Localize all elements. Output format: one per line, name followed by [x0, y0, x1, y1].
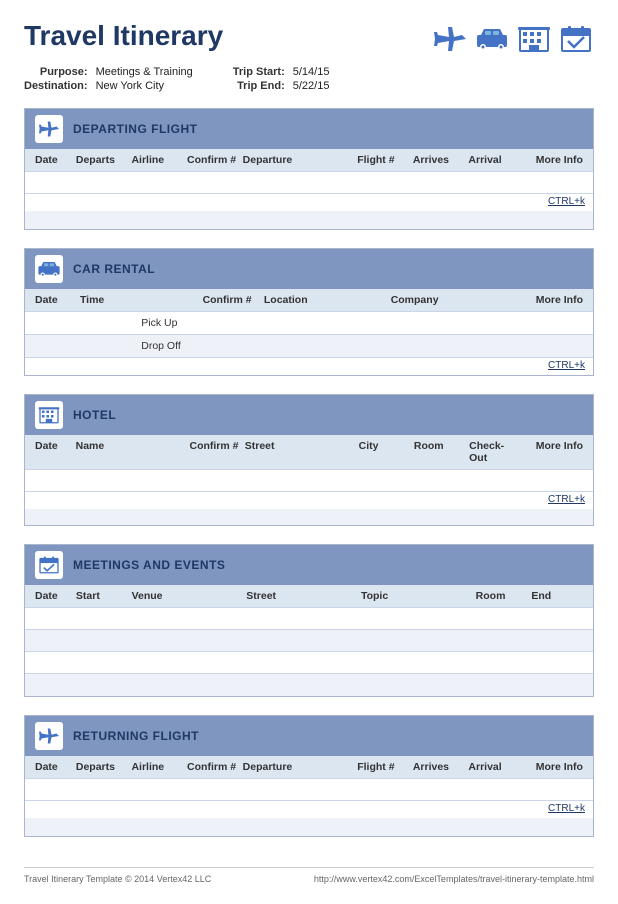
- meetings-columns: Date Start Venue Street Topic Room End: [25, 585, 593, 608]
- returning-flight-body: Date Departs Airline Confirm # Departure…: [25, 756, 593, 836]
- meetings-icon: [35, 551, 63, 579]
- hotel-icon: [516, 24, 552, 54]
- meetings-section: MEETINGS AND EVENTS Date Start Venue Str…: [24, 544, 594, 697]
- meetings-row3: [25, 652, 593, 674]
- footer-left: Travel Itinerary Template © 2014 Vertex4…: [24, 874, 211, 884]
- car-rental-header: CAR RENTAL: [25, 249, 593, 289]
- car-rental-pickup-row: Pick Up: [25, 312, 593, 335]
- car-rental-icon: [35, 255, 63, 283]
- car-rental-link-row: CTRL+k: [25, 358, 593, 375]
- meetings-header: MEETINGS AND EVENTS: [25, 545, 593, 585]
- car-rental-body: Date Time Confirm # Location Company Mor…: [25, 289, 593, 375]
- returning-flight-header: RETURNING FLIGHT: [25, 716, 593, 756]
- departing-flight-section: DEPARTING FLIGHT Date Departs Airline Co…: [24, 108, 594, 230]
- departing-flight-body: Date Departs Airline Confirm # Departure…: [25, 149, 593, 229]
- meetings-row2: [25, 630, 593, 652]
- returning-flight-title: RETURNING FLIGHT: [73, 729, 199, 743]
- returning-flight-row1: [25, 779, 593, 801]
- trip-end-label: Trip End:: [233, 80, 285, 92]
- page-footer: Travel Itinerary Template © 2014 Vertex4…: [24, 867, 594, 884]
- meetings-body: Date Start Venue Street Topic Room End: [25, 585, 593, 696]
- returning-flight-link[interactable]: CTRL+k: [548, 803, 585, 814]
- car-rental-columns: Date Time Confirm # Location Company Mor…: [25, 289, 593, 312]
- hotel-link[interactable]: CTRL+k: [548, 494, 585, 505]
- hotel-row2: [25, 509, 593, 525]
- calendar-icon: [558, 24, 594, 54]
- trip-end-value: 5/22/15: [293, 80, 330, 92]
- departing-plane-icon: [35, 115, 63, 143]
- departing-flight-title: DEPARTING FLIGHT: [73, 122, 197, 136]
- footer-right: http://www.vertex42.com/ExcelTemplates/t…: [314, 874, 594, 884]
- hotel-title: HOTEL: [73, 408, 116, 422]
- departing-flight-link[interactable]: CTRL+k: [548, 196, 585, 207]
- car-rental-dropoff-row: Drop Off: [25, 335, 593, 358]
- destination-value: New York City: [96, 80, 193, 92]
- departing-flight-header: DEPARTING FLIGHT: [25, 109, 593, 149]
- returning-flight-columns: Date Departs Airline Confirm # Departure…: [25, 756, 593, 779]
- header-icons: [432, 24, 594, 54]
- returning-flight-section: RETURNING FLIGHT Date Departs Airline Co…: [24, 715, 594, 837]
- car-icon: [474, 24, 510, 54]
- hotel-header: HOTEL: [25, 395, 593, 435]
- departing-flight-row1: [25, 172, 593, 194]
- hotel-link-row: CTRL+k: [25, 492, 593, 509]
- departing-flight-link-row: CTRL+k: [25, 194, 593, 211]
- page-header: Travel Itinerary: [24, 20, 594, 54]
- plane-icon: [432, 24, 468, 54]
- returning-flight-link-row: CTRL+k: [25, 801, 593, 818]
- car-rental-link[interactable]: CTRL+k: [548, 360, 585, 371]
- purpose-value: Meetings & Training: [96, 66, 193, 78]
- trip-start-label: Trip Start:: [233, 66, 285, 78]
- hotel-columns: Date Name Confirm # Street City Room Che…: [25, 435, 593, 470]
- hotel-row1: [25, 470, 593, 492]
- meetings-row1: [25, 608, 593, 630]
- hotel-section: HOTEL Date Name Confirm # Street City Ro…: [24, 394, 594, 526]
- page-title: Travel Itinerary: [24, 20, 223, 52]
- hotel-section-icon: [35, 401, 63, 429]
- car-rental-title: CAR RENTAL: [73, 262, 155, 276]
- meetings-title: MEETINGS AND EVENTS: [73, 558, 225, 572]
- purpose-label: Purpose:: [24, 66, 88, 78]
- car-rental-section: CAR RENTAL Date Time Confirm # Location …: [24, 248, 594, 376]
- hotel-body: Date Name Confirm # Street City Room Che…: [25, 435, 593, 525]
- trip-info: Purpose: Meetings & Training Destination…: [24, 66, 594, 92]
- departing-flight-columns: Date Departs Airline Confirm # Departure…: [25, 149, 593, 172]
- trip-start-value: 5/14/15: [293, 66, 330, 78]
- meetings-row4: [25, 674, 593, 696]
- departing-flight-row2: [25, 211, 593, 229]
- destination-label: Destination:: [24, 80, 88, 92]
- returning-flight-row2: [25, 818, 593, 836]
- returning-plane-icon: [35, 722, 63, 750]
